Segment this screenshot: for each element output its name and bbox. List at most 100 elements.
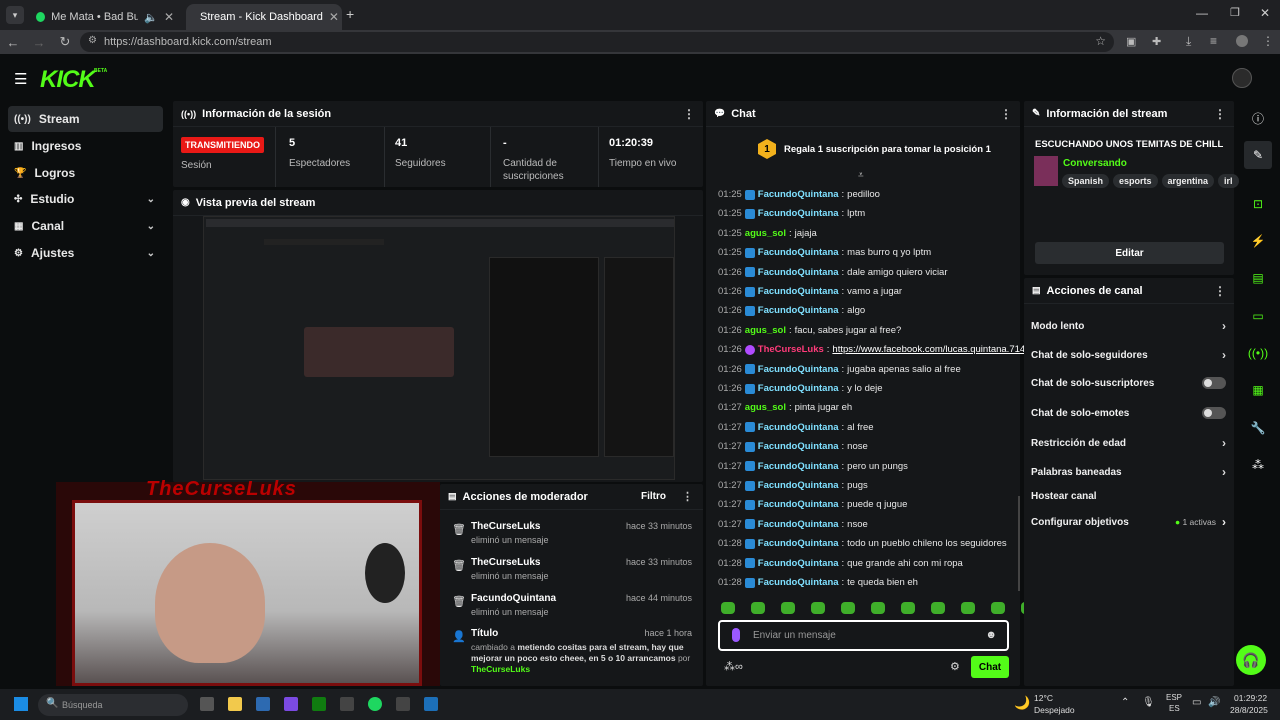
filter-button[interactable]: Filtro (641, 491, 666, 502)
steam-icon[interactable] (424, 697, 438, 711)
download-icon[interactable]: ⤓ (1186, 34, 1191, 49)
kebab-menu-icon[interactable]: ⋮ (1214, 284, 1226, 298)
emote-icon[interactable] (751, 602, 765, 614)
chat-username[interactable]: FacundoQuintana (758, 383, 839, 394)
chat-username[interactable]: FacundoQuintana (758, 208, 839, 219)
chat-username[interactable]: FacundoQuintana (758, 461, 839, 472)
maximize-icon[interactable]: ❐ (1230, 6, 1240, 19)
tag[interactable]: argentina (1161, 174, 1215, 188)
info-icon[interactable]: ⓘ (1244, 104, 1272, 132)
chat-username[interactable]: FacundoQuintana (758, 441, 839, 452)
shapes-icon[interactable]: ⁂ (1244, 451, 1272, 479)
emote-icon[interactable] (871, 602, 885, 614)
sidebar-item-estudio[interactable]: ✣ Estudio ⌄ (8, 186, 163, 212)
language-indicator[interactable]: ESP (1166, 693, 1182, 702)
emote-icon[interactable] (811, 602, 825, 614)
tag[interactable]: Spanish (1062, 174, 1110, 188)
send-chat-button[interactable]: Chat (971, 656, 1009, 678)
chat-link[interactable]: https://www.facebook.com/lucas.quintana.… (832, 344, 1030, 355)
tab-search-icon[interactable]: ▾ (6, 6, 24, 24)
extensions-icon[interactable]: ▣ (1126, 35, 1136, 48)
chevron-up-icon[interactable]: ⌃ (1121, 697, 1129, 708)
chat-bubble-icon[interactable]: ▭ (1244, 302, 1272, 330)
tag[interactable]: irl (1218, 174, 1239, 188)
pinned-arrow-icon[interactable]: ⩡ (858, 170, 864, 181)
kebab-menu-icon[interactable]: ⋮ (1214, 107, 1226, 121)
chat-input[interactable]: Enviar un mensaje ☻ (718, 620, 1009, 651)
chat-username[interactable]: FacundoQuintana (758, 577, 839, 588)
category-link[interactable]: Conversando (1063, 158, 1127, 169)
weather-temp[interactable]: 12°C (1034, 693, 1053, 703)
sidebar-item-stream[interactable]: ((•)) Stream (8, 106, 163, 132)
chat-username[interactable]: FacundoQuintana (758, 558, 839, 569)
microphone-icon[interactable] (732, 628, 740, 642)
new-tab-icon[interactable]: + (346, 6, 354, 22)
action-banned-words[interactable]: Palabras baneadas › (1031, 465, 1226, 479)
browser-menu-icon[interactable]: ⋮ (1262, 34, 1274, 48)
network-icon[interactable]: ▭ (1192, 697, 1201, 708)
browser-tab-kick[interactable]: Stream - Kick Dashboard ✕ (186, 4, 342, 30)
back-icon[interactable]: ← (0, 35, 26, 50)
emote-icon[interactable] (931, 602, 945, 614)
bookmark-star-icon[interactable]: ☆ (1095, 34, 1106, 48)
stream-preview-video[interactable] (203, 216, 675, 480)
url-field[interactable]: ⚙ https://dashboard.kick.com/stream ☆ (80, 32, 1114, 52)
chat-username[interactable]: FacundoQuintana (758, 519, 839, 530)
chat-username[interactable]: TheCurseLuks (758, 344, 824, 355)
chat-username[interactable]: agus_sol (745, 228, 786, 239)
kick-logo[interactable]: KICK (40, 66, 96, 94)
chat-username[interactable]: FacundoQuintana (758, 499, 839, 510)
wrench-icon[interactable]: 🔧 (1244, 414, 1272, 442)
action-followers-only[interactable]: Chat de solo-seguidores › (1031, 348, 1226, 362)
close-icon[interactable]: ✕ (329, 10, 339, 24)
sidebar-item-logros[interactable]: 🏆 Logros (8, 160, 163, 186)
media-icon[interactable]: ≡ (1210, 34, 1217, 48)
chat-username[interactable]: agus_sol (745, 325, 786, 336)
chat-username[interactable]: FacundoQuintana (758, 247, 839, 258)
microphone-icon[interactable]: 🎙 (1142, 697, 1155, 708)
clock-time[interactable]: 01:29:22 (1234, 693, 1267, 703)
windows-start-icon[interactable] (14, 697, 28, 711)
user-avatar[interactable] (1232, 68, 1252, 88)
kebab-menu-icon[interactable]: ⋮ (1000, 107, 1012, 121)
action-host-channel[interactable]: Hostear canal (1031, 491, 1226, 502)
action-slow-mode[interactable]: Modo lento › (1031, 319, 1226, 333)
emote-icon[interactable] (901, 602, 915, 614)
file-explorer-icon[interactable] (228, 697, 242, 711)
edit-button[interactable]: Editar (1035, 242, 1224, 264)
kebab-menu-icon[interactable]: ⋮ (682, 490, 693, 503)
app-icon[interactable] (284, 697, 298, 711)
taskbar-app-icon[interactable] (200, 697, 214, 711)
chat-username[interactable]: FacundoQuintana (758, 189, 839, 200)
pencil-icon[interactable]: ✎ (1244, 141, 1272, 169)
chat-username[interactable]: FacundoQuintana (758, 480, 839, 491)
broadcast-icon[interactable]: ((•)) (1244, 339, 1272, 367)
chrome-icon[interactable] (368, 697, 382, 711)
action-age-restriction[interactable]: Restricción de edad › (1031, 436, 1226, 450)
emote-icon[interactable] (991, 602, 1005, 614)
speaker-icon[interactable]: 🔈 (144, 11, 158, 24)
emoji-icon[interactable]: ☻ (985, 629, 997, 641)
chat-settings-icon[interactable]: ⁂∞ (724, 660, 743, 673)
browser-tab-music[interactable]: Me Mata • Bad Bunny, Mar 🔈 ✕ (28, 4, 182, 30)
site-info-icon[interactable]: ⚙ (88, 35, 97, 46)
hamburger-menu-icon[interactable]: ☰ (14, 70, 27, 88)
xbox-icon[interactable] (312, 697, 326, 711)
sidebar-item-canal[interactable]: ▦ Canal ⌄ (8, 213, 163, 239)
lightning-icon[interactable]: ⚡ (1244, 227, 1272, 255)
emote-icon[interactable] (961, 602, 975, 614)
sidebar-item-ajustes[interactable]: ⚙ Ajustes ⌄ (8, 240, 163, 266)
clipboard-icon[interactable]: ▤ (1244, 264, 1272, 292)
chat-username[interactable]: FacundoQuintana (758, 422, 839, 433)
chat-scrollbar[interactable] (1018, 496, 1020, 591)
subscribers-only-toggle[interactable] (1202, 377, 1226, 389)
steam-icon[interactable] (256, 697, 270, 711)
emote-icon[interactable] (841, 602, 855, 614)
chat-username[interactable]: FacundoQuintana (758, 538, 839, 549)
scan-icon[interactable]: ⊡ (1244, 190, 1272, 218)
tag[interactable]: esports (1113, 174, 1158, 188)
puzzle-icon[interactable]: ✚ (1152, 35, 1161, 48)
app-icon[interactable] (340, 697, 354, 711)
profile-avatar[interactable] (1236, 35, 1248, 47)
sidebar-item-ingresos[interactable]: ▥ Ingresos (8, 133, 163, 159)
